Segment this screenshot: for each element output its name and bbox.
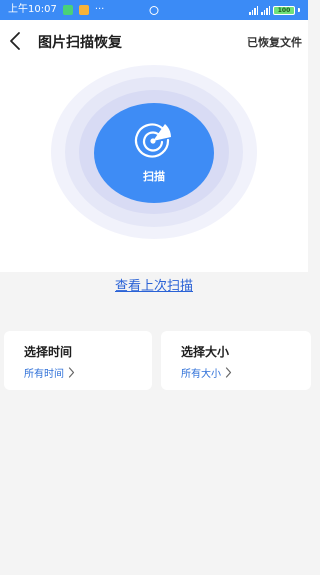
scan-area: 扫描 bbox=[0, 62, 308, 272]
size-value-label: 所有大小 bbox=[181, 369, 221, 380]
view-last-scan-link[interactable]: 查看上次扫描 bbox=[0, 275, 308, 294]
more-notifications-icon: ··· bbox=[94, 4, 105, 15]
scan-button[interactable]: 扫描 bbox=[94, 103, 214, 203]
select-time-title: 选择时间 bbox=[24, 345, 73, 359]
battery-icon: 100 bbox=[273, 5, 295, 15]
app-header: 图片扫描恢复 已恢复文件 bbox=[0, 20, 308, 62]
app-notification-icon bbox=[62, 5, 73, 15]
select-time-card[interactable]: 选择时间 所有时间 bbox=[4, 331, 152, 390]
chevron-right-icon bbox=[68, 367, 75, 378]
radar-icon bbox=[134, 123, 171, 158]
time-value-label: 所有时间 bbox=[24, 369, 64, 380]
page-title: 图片扫描恢复 bbox=[38, 35, 122, 51]
notification-icon bbox=[149, 5, 159, 15]
battery-tip-icon bbox=[298, 8, 300, 12]
signal-icon bbox=[249, 5, 258, 15]
back-arrow-icon[interactable] bbox=[6, 30, 26, 52]
status-bar: 上午10:07 ··· 100 bbox=[0, 0, 308, 20]
select-size-title: 选择大小 bbox=[181, 345, 230, 359]
select-size-card[interactable]: 选择大小 所有大小 bbox=[161, 331, 311, 390]
signal-icon-2 bbox=[261, 5, 270, 15]
message-notification-icon bbox=[78, 5, 89, 15]
scan-label: 扫描 bbox=[143, 170, 165, 183]
select-time-value[interactable]: 所有时间 bbox=[24, 365, 75, 380]
select-size-value[interactable]: 所有大小 bbox=[181, 365, 232, 380]
recovered-files-button[interactable]: 已恢复文件 bbox=[247, 34, 302, 50]
status-time: 上午10:07 bbox=[8, 4, 57, 15]
chevron-right-icon bbox=[225, 367, 232, 378]
